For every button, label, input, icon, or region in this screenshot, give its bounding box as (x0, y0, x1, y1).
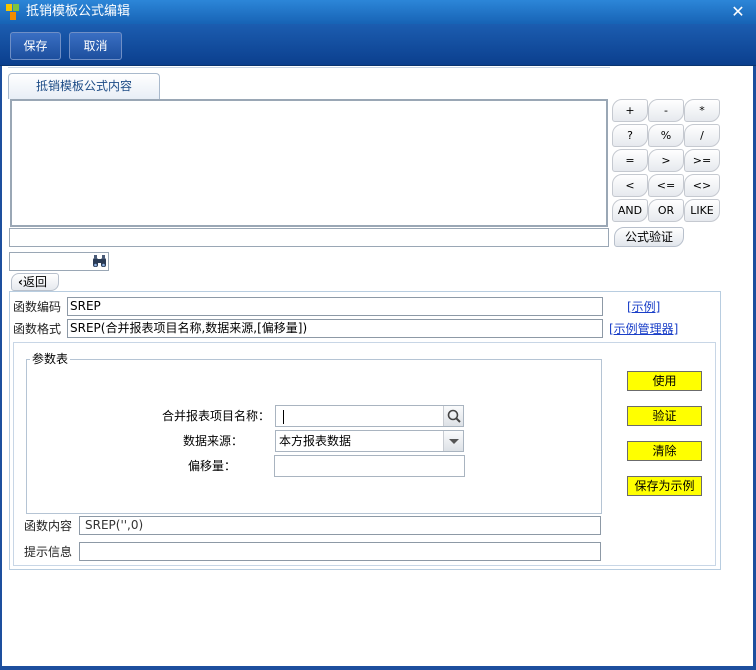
chevron-down-icon[interactable] (443, 431, 463, 451)
operator-key-greater[interactable]: > (648, 149, 684, 172)
data-source-select[interactable]: 本方报表数据 (275, 430, 464, 452)
function-code-label: 函数编码 (13, 300, 62, 314)
verify-formula-button[interactable]: 公式验证 (614, 227, 684, 247)
item-name-label: 合并报表项目名称： (161, 409, 270, 423)
window-title: 抵销模板公式编辑 (26, 4, 131, 19)
formula-operand-input[interactable] (9, 228, 609, 247)
data-source-label: 数据来源： (182, 434, 243, 448)
binoculars-icon[interactable] (92, 254, 107, 269)
operator-key-percent[interactable]: % (648, 124, 684, 147)
hint-field[interactable] (79, 542, 601, 561)
title-bar: 抵销模板公式编辑 ✕ (0, 0, 756, 24)
example-manager-link[interactable]: [示例管理器] (609, 321, 678, 337)
function-content-label: 函数内容 (24, 519, 73, 533)
operator-key-less[interactable]: < (612, 174, 648, 197)
operator-key-and[interactable]: AND (612, 199, 648, 222)
search-icon[interactable] (443, 406, 463, 426)
operator-key-divide[interactable]: / (684, 124, 720, 147)
save-as-example-button[interactable]: 保存为示例 (627, 476, 702, 496)
text-cursor (283, 409, 284, 424)
function-format-label: 函数格式 (13, 322, 62, 336)
operator-key-equal[interactable]: = (612, 149, 648, 172)
toolbar: 保存 取消 (0, 24, 756, 66)
function-code-field[interactable]: SREP (67, 297, 603, 316)
window-frame-bottom (0, 666, 756, 670)
operator-key-plus[interactable]: + (612, 99, 648, 122)
back-button-label: 返回 (22, 275, 47, 289)
app-logo-icon (6, 4, 19, 20)
operator-key-minus[interactable]: - (648, 99, 684, 122)
example-link[interactable]: [示例] (627, 299, 660, 315)
window-frame-left (0, 66, 2, 670)
operator-key-like[interactable]: LIKE (684, 199, 720, 222)
operator-key-question[interactable]: ? (612, 124, 648, 147)
offset-input[interactable] (274, 455, 465, 477)
function-format-field[interactable]: SREP(合并报表项目名称,数据来源,[偏移量]) (67, 319, 603, 338)
hint-label: 提示信息 (24, 545, 73, 559)
parameter-legend: 参数表 (30, 352, 71, 366)
tab-formula-content[interactable]: 抵销模板公式内容 (8, 73, 160, 99)
offset-label: 偏移量： (187, 459, 236, 473)
back-button[interactable]: ‹返回 (11, 273, 59, 291)
validate-button[interactable]: 验证 (627, 406, 702, 426)
operator-key-greater-equal[interactable]: >= (684, 149, 720, 172)
item-name-input[interactable] (275, 405, 464, 427)
cancel-button[interactable]: 取消 (69, 32, 122, 60)
operator-key-not-equal[interactable]: <> (684, 174, 720, 197)
formula-textarea[interactable] (10, 99, 608, 227)
operator-key-multiply[interactable]: * (684, 99, 720, 122)
clear-button[interactable]: 清除 (627, 441, 702, 461)
operator-key-or[interactable]: OR (648, 199, 684, 222)
operator-key-less-equal[interactable]: <= (648, 174, 684, 197)
use-button[interactable]: 使用 (627, 371, 702, 391)
data-source-value: 本方报表数据 (279, 434, 352, 448)
close-icon[interactable]: ✕ (728, 2, 748, 22)
function-content-field[interactable]: SREP('',0) (79, 516, 601, 535)
save-button[interactable]: 保存 (10, 32, 61, 60)
